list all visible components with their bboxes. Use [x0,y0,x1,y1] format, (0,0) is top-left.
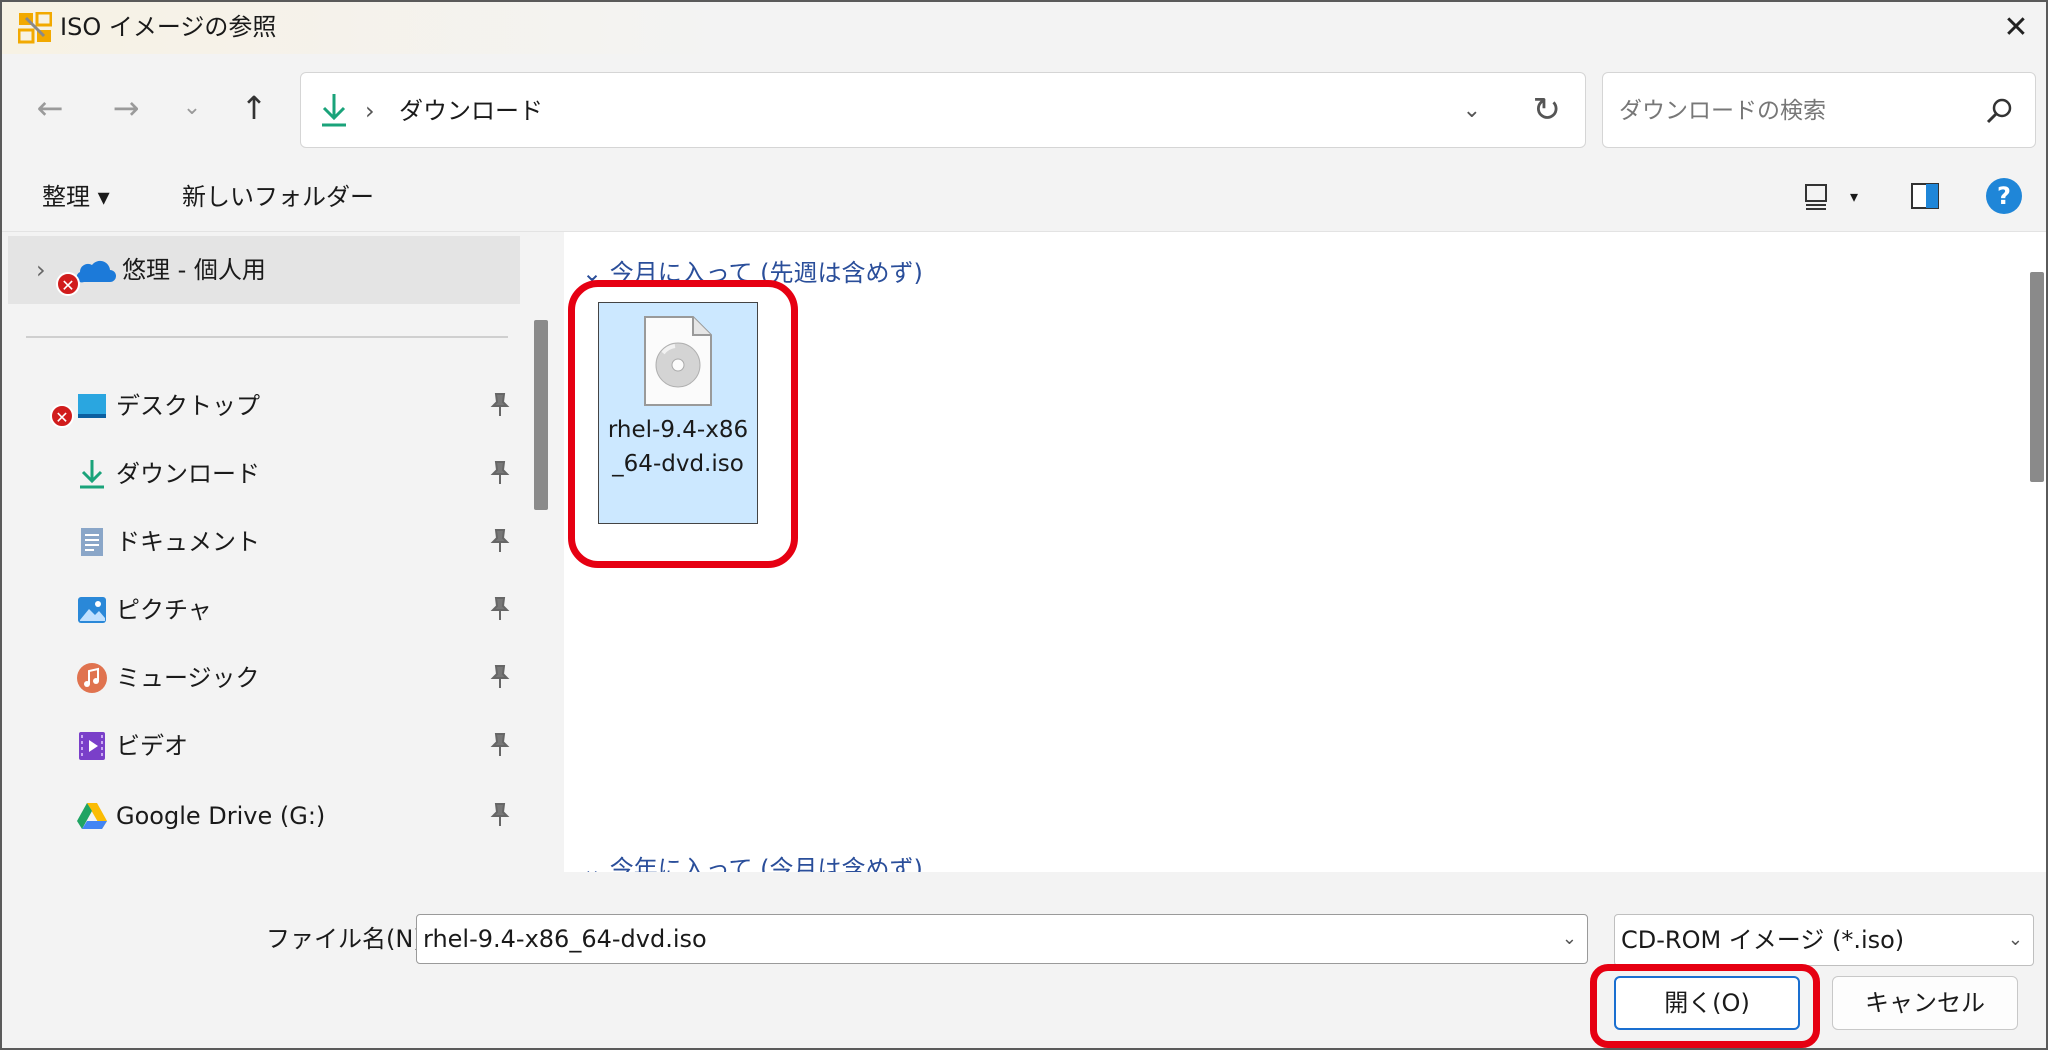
sidebar-item-onedrive[interactable]: › ✕ 悠理 - 個人用 [8,236,520,304]
address-bar[interactable]: › ダウンロード ⌄ ↻ [300,72,1586,148]
download-icon [80,460,104,489]
search-box[interactable]: ダウンロードの検索 [1602,72,2036,148]
close-button[interactable]: ✕ [1996,8,2036,48]
help-button[interactable]: ? [1986,178,2022,214]
download-icon [322,94,346,127]
expand-chevron-icon[interactable]: › [36,252,46,288]
pin-icon[interactable] [488,596,512,622]
pictures-icon [78,597,106,623]
search-input[interactable]: ダウンロードの検索 [1619,91,1826,131]
music-icon [77,663,107,693]
sidebar-item-label: ミュージック [116,664,260,692]
refresh-button[interactable]: ↻ [1533,87,1562,133]
sidebar-item-google-drive[interactable]: Google Drive (G:) [2,788,522,844]
sidebar-item-label: ドキュメント [116,528,260,556]
cancel-button[interactable]: キャンセル [1832,976,2018,1030]
sidebar-scrollbar[interactable] [534,320,548,510]
sidebar-item-music[interactable]: ミュージック [2,650,522,706]
vmware-app-icon [18,12,52,44]
pin-icon[interactable] [488,460,512,486]
address-dropdown-button[interactable]: ⌄ [1463,91,1481,131]
command-bar: 整理 ▾ 新しいフォルダー ▾ ? [2,164,2046,232]
sidebar-item-videos[interactable]: ビデオ [2,718,522,774]
google-drive-icon [77,803,107,829]
pin-icon[interactable] [488,528,512,554]
videos-icon [79,732,105,760]
highlight-file-annotation [568,280,798,568]
sidebar-item-pictures[interactable]: ピクチャ [2,582,522,638]
onedrive-cloud-icon [76,260,116,283]
window-title: ISO イメージの参照 [60,13,277,41]
breadcrumb-downloads[interactable]: ダウンロード [399,91,543,131]
filename-label: ファイル名(N): [266,925,431,953]
forward-button[interactable]: → [104,86,148,130]
breadcrumb-separator: › [365,97,375,125]
sidebar-item-label: 悠理 - 個人用 [122,256,266,284]
sidebar-item-documents[interactable]: ドキュメント [2,514,522,570]
iso-browse-dialog: ISO イメージの参照 ✕ ← → ⌄ ↑ › ダウンロード ⌄ ↻ ダウンロー… [0,0,2048,1050]
pin-icon[interactable] [488,392,512,418]
back-button[interactable]: ← [28,86,72,130]
sidebar-item-label: ピクチャ [116,596,212,624]
view-mode-icon[interactable] [1802,182,1832,212]
desktop-icon [78,394,106,418]
search-icon[interactable] [1985,97,2013,125]
filename-value: rhel-9.4-x86_64-dvd.iso [423,925,707,953]
pin-icon[interactable] [488,664,512,690]
sidebar-item-desktop[interactable]: ✕ デスクトップ [2,378,522,434]
preview-pane-icon[interactable] [1910,182,1940,210]
navigation-bar: ← → ⌄ ↑ › ダウンロード ⌄ ↻ ダウンロードの検索 [2,54,2046,164]
pin-icon[interactable] [488,802,512,828]
title-bar: ISO イメージの参照 ✕ [2,2,2046,54]
sidebar-item-label: ダウンロード [116,460,260,488]
documents-icon [81,528,103,556]
file-type-select[interactable]: CD-ROM イメージ (*.iso) ⌄ [1614,914,2034,966]
sidebar-item-label: デスクトップ [116,392,260,420]
chevron-down-icon[interactable]: ⌄ [1562,915,1577,963]
view-mode-dropdown[interactable]: ▾ [1850,182,1858,212]
recent-locations-button[interactable]: ⌄ [170,86,214,130]
chevron-down-icon[interactable]: ⌄ [2008,915,2023,965]
content-scrollbar[interactable] [2030,272,2044,482]
group-header-this-year[interactable]: ⌄ 今年に入って (今月は含めず) [582,852,923,872]
up-button[interactable]: ↑ [232,86,276,130]
sidebar-item-downloads[interactable]: ダウンロード [2,446,522,502]
pin-icon[interactable] [488,732,512,758]
highlight-open-button-annotation [1590,964,1820,1048]
sidebar-divider [26,336,508,338]
organize-button[interactable]: 整理 ▾ [42,180,110,214]
navigation-pane: › ✕ 悠理 - 個人用 ✕ デスクトップ ダウンロード ドキュメント ピクチャ… [2,232,562,872]
sync-error-icon: ✕ [50,404,74,428]
filename-input[interactable]: rhel-9.4-x86_64-dvd.iso ⌄ [416,914,1588,964]
new-folder-button[interactable]: 新しいフォルダー [182,180,374,214]
sidebar-item-label: ビデオ [116,732,188,760]
sidebar-item-label: Google Drive (G:) [116,802,326,830]
sync-error-icon: ✕ [56,272,80,296]
file-type-value: CD-ROM イメージ (*.iso) [1621,926,1905,954]
